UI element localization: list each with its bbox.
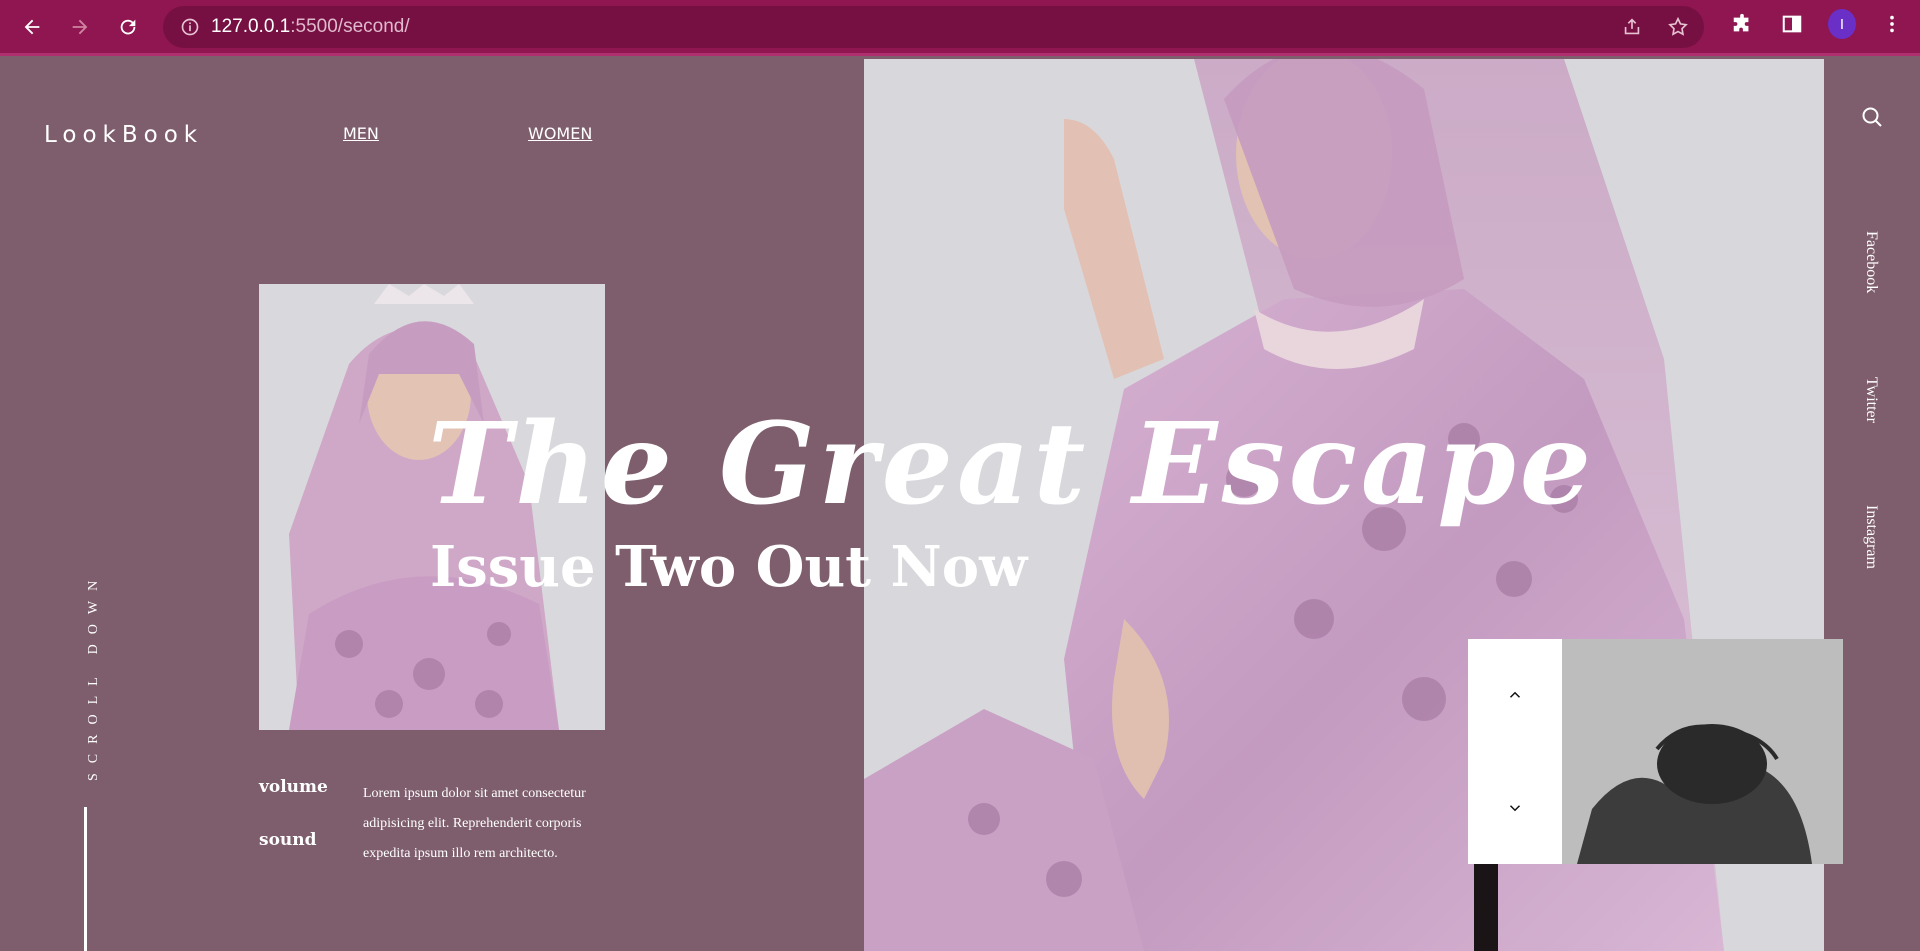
scroll-line: [84, 807, 87, 951]
sidepanel-icon[interactable]: [1778, 10, 1806, 38]
reload-icon: [120, 19, 136, 34]
menu-icon[interactable]: [1878, 10, 1906, 38]
url-path: :5500/second/: [290, 16, 410, 37]
chevron-up-icon[interactable]: [1505, 685, 1525, 705]
profile-initial: I: [1828, 9, 1856, 39]
brand-logo[interactable]: LookBook: [44, 122, 203, 148]
profile-avatar[interactable]: I: [1828, 9, 1856, 39]
back-icon: [24, 19, 40, 34]
share-icon[interactable]: [1620, 15, 1644, 39]
star-icon[interactable]: [1666, 15, 1690, 39]
back-button[interactable]: [12, 7, 52, 47]
address-bar[interactable]: 127.0.0.1:5500/second/: [163, 6, 1704, 48]
hero-subtitle: Issue Two Out Now: [430, 534, 1028, 600]
forward-button[interactable]: [60, 7, 100, 47]
page: LookBook MEN WOMEN The Great Escape Issu…: [0, 59, 1920, 951]
url-host: 127.0.0.1: [211, 16, 291, 37]
chevron-down-icon[interactable]: [1505, 798, 1525, 818]
hero-title: The Great Escape: [428, 399, 1595, 530]
search-icon[interactable]: [1860, 105, 1884, 129]
sound-label[interactable]: sound: [259, 830, 317, 850]
nav-link-women[interactable]: WOMEN: [528, 124, 592, 143]
extensions-icon[interactable]: [1728, 10, 1756, 38]
info-icon[interactable]: [179, 16, 201, 38]
description-text: Lorem ipsum dolor sit amet consectetur a…: [363, 786, 586, 861]
social-instagram[interactable]: Instagram: [1862, 505, 1880, 569]
nav-link-men[interactable]: MEN: [343, 124, 379, 143]
volume-label[interactable]: volume: [259, 777, 328, 797]
forward-icon: [72, 19, 88, 34]
social-twitter[interactable]: Twitter: [1862, 377, 1880, 423]
url-text[interactable]: 127.0.0.1:5500/second/: [211, 16, 410, 38]
image-slider: [1468, 639, 1843, 864]
slider-thumbnail[interactable]: [1562, 639, 1843, 864]
slider-controls: [1468, 639, 1562, 864]
social-facebook[interactable]: Facebook: [1862, 231, 1880, 293]
reload-button[interactable]: [108, 7, 148, 47]
browser-toolbar: 127.0.0.1:5500/second/ I: [0, 0, 1920, 56]
scroll-down-label: SCROLL DOWN: [86, 570, 101, 781]
